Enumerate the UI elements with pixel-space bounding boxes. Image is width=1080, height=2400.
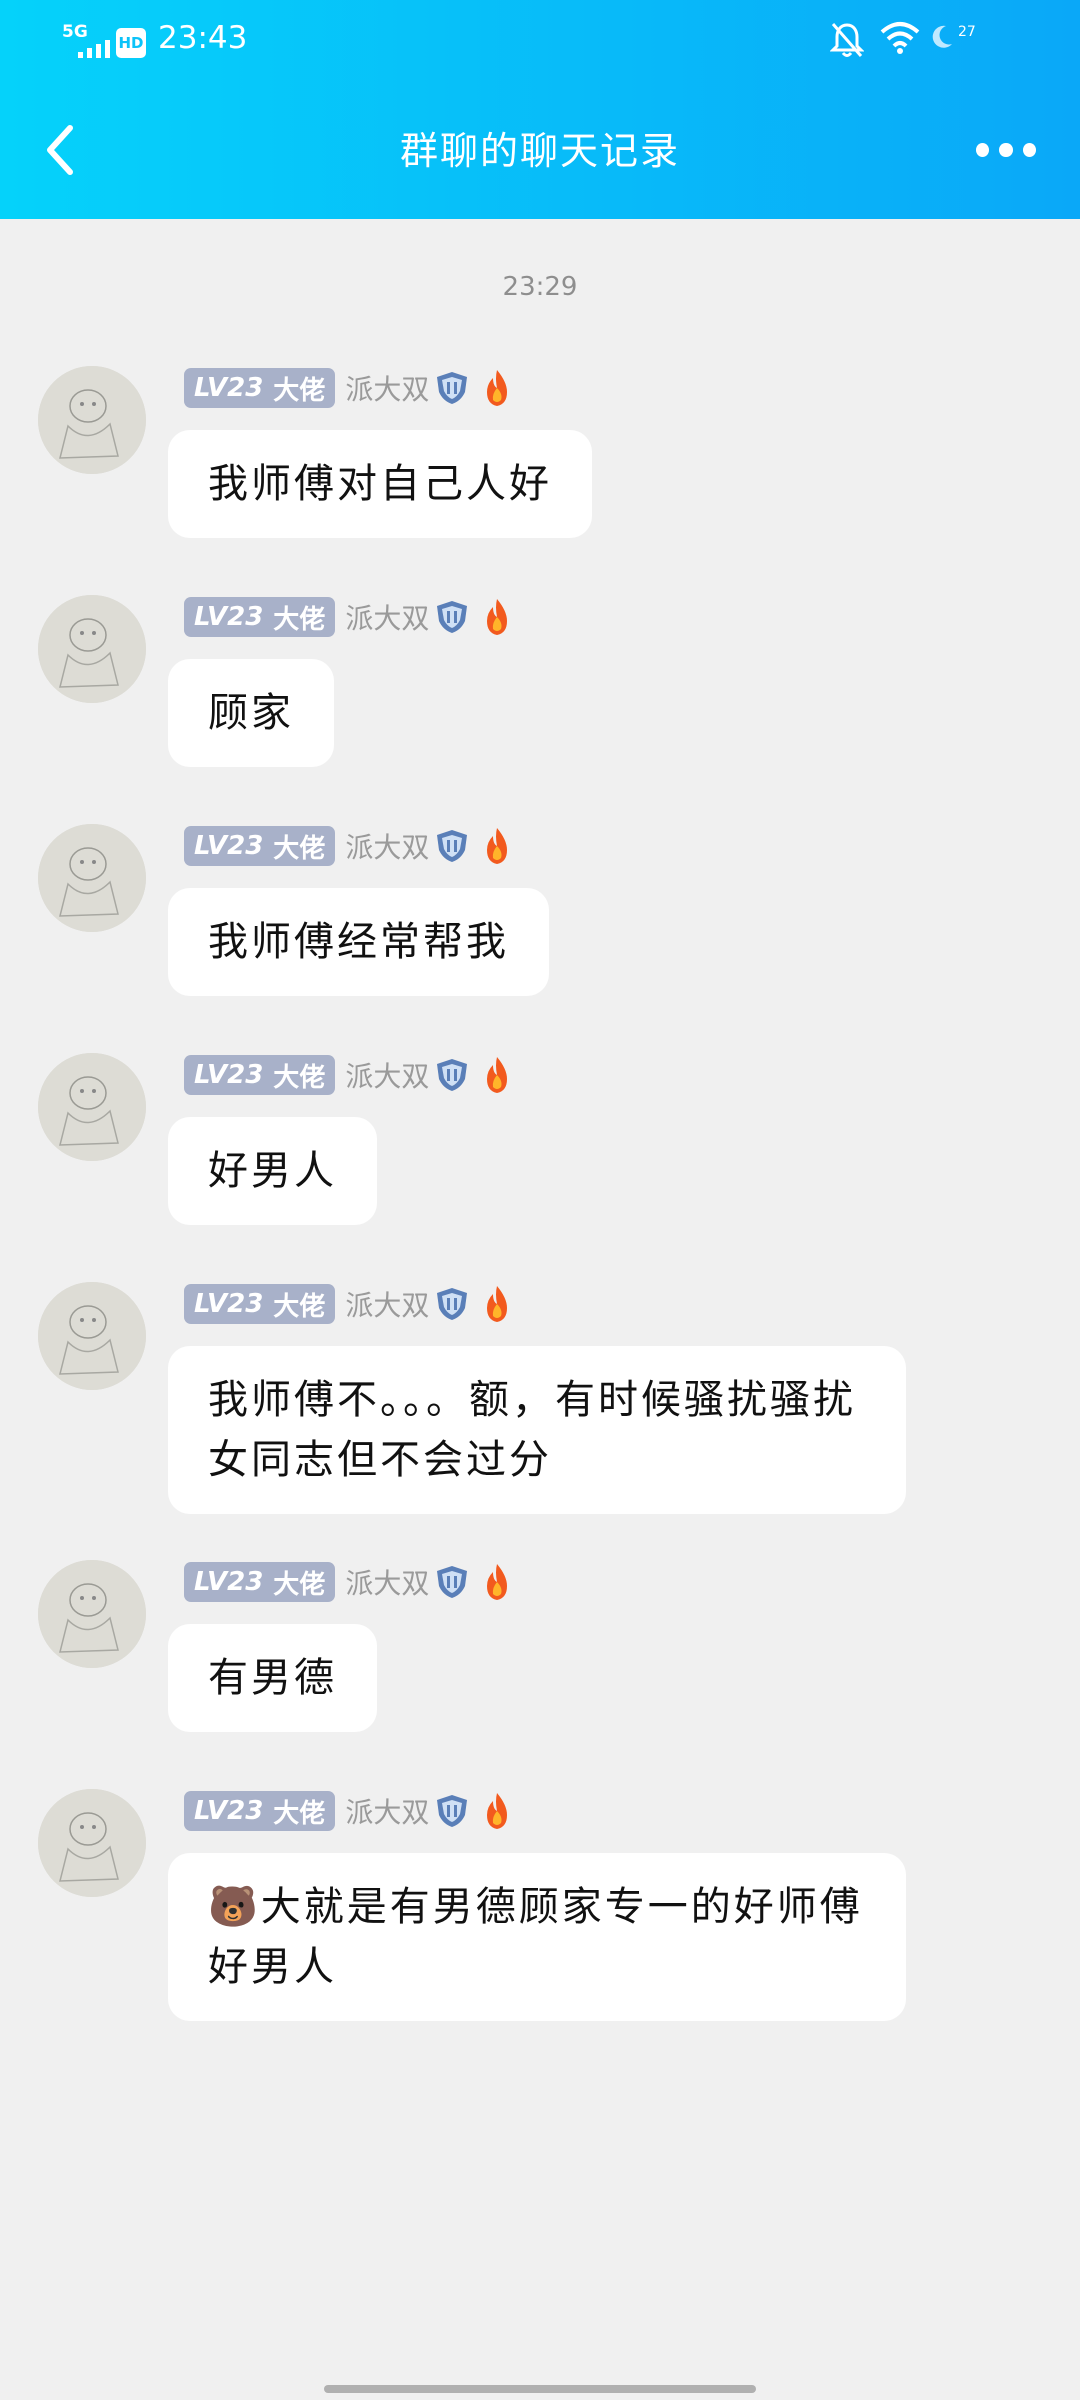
rank-label: 大佬 xyxy=(273,375,326,406)
shield-icon xyxy=(437,830,468,862)
sender-nickname[interactable]: 派大双 xyxy=(345,1791,429,1831)
level-badge: LV23 大佬 xyxy=(184,597,336,637)
signal-icon xyxy=(78,40,110,58)
sender-meta: LV23 大佬 派大双 xyxy=(184,595,513,639)
avatar[interactable] xyxy=(38,1053,146,1161)
avatar-sketch-icon xyxy=(38,366,146,474)
level-badge: LV23 大佬 xyxy=(184,1284,336,1324)
moon-icon xyxy=(932,25,952,48)
app-header: 5G HD 23:43 27 群聊的聊天记录 xyxy=(0,0,1080,219)
more-dot-icon xyxy=(1022,143,1036,157)
shield-icon xyxy=(437,1288,468,1320)
level-label: LV23 xyxy=(194,373,264,403)
fire-icon xyxy=(487,599,508,635)
more-options-button[interactable] xyxy=(976,140,1036,160)
avatar[interactable] xyxy=(38,1789,146,1897)
level-badge: LV23 大佬 xyxy=(184,1791,336,1831)
avatar[interactable] xyxy=(38,824,146,932)
rank-label: 大佬 xyxy=(273,1569,326,1600)
level-badge: LV23 大佬 xyxy=(184,1055,336,1095)
message-bubble[interactable]: 我师傅不。。。额，有时候骚扰骚扰女同志但不会过分 xyxy=(168,1346,906,1514)
shield-icon xyxy=(437,601,468,633)
sender-nickname[interactable]: 派大双 xyxy=(345,1284,429,1324)
sender-meta: LV23 大佬 派大双 xyxy=(184,1560,513,1604)
level-badge: LV23 大佬 xyxy=(184,368,336,408)
chat-timestamp: 23:29 xyxy=(502,272,578,302)
home-indicator[interactable] xyxy=(324,2385,756,2393)
battery-level: 27 xyxy=(958,24,976,40)
message-bubble[interactable]: 🐻大就是有男德顾家专一的好师傅好男人 xyxy=(168,1853,906,2021)
level-label: LV23 xyxy=(194,1567,264,1597)
sender-meta: LV23 大佬 派大双 xyxy=(184,824,513,868)
avatar[interactable] xyxy=(38,595,146,703)
message-bubble[interactable]: 有男德 xyxy=(168,1624,377,1732)
sender-meta: LV23 大佬 派大双 xyxy=(184,1053,513,1097)
rank-label: 大佬 xyxy=(273,1798,326,1829)
wifi-icon xyxy=(880,22,920,54)
rank-label: 大佬 xyxy=(273,1062,326,1093)
status-right: 27 xyxy=(830,20,1010,60)
sender-nickname[interactable]: 派大双 xyxy=(345,597,429,637)
avatar-sketch-icon xyxy=(38,1789,146,1897)
status-bar: 5G HD 23:43 27 xyxy=(0,0,1080,80)
shield-icon xyxy=(437,1566,468,1598)
message-bubble[interactable]: 好男人 xyxy=(168,1117,377,1225)
sender-nickname[interactable]: 派大双 xyxy=(345,368,429,408)
rank-label: 大佬 xyxy=(273,1291,326,1322)
rank-label: 大佬 xyxy=(273,833,326,864)
page-title: 群聊的聊天记录 xyxy=(399,129,680,173)
sender-nickname[interactable]: 派大双 xyxy=(345,1055,429,1095)
avatar-sketch-icon xyxy=(38,1053,146,1161)
rank-label: 大佬 xyxy=(273,604,326,635)
level-label: LV23 xyxy=(194,1060,264,1090)
fire-icon xyxy=(487,1564,508,1600)
avatar[interactable] xyxy=(38,1560,146,1668)
fire-icon xyxy=(487,1793,508,1829)
avatar[interactable] xyxy=(38,366,146,474)
fire-icon xyxy=(487,1057,508,1093)
more-dot-icon xyxy=(976,143,990,157)
sender-meta: LV23 大佬 派大双 xyxy=(184,366,513,410)
sender-meta: LV23 大佬 派大双 xyxy=(184,1789,513,1833)
network-type: 5G xyxy=(62,22,88,42)
shield-icon xyxy=(437,1795,468,1827)
level-badge: LV23 大佬 xyxy=(184,1562,336,1602)
more-dot-icon xyxy=(999,143,1013,157)
level-label: LV23 xyxy=(194,1289,264,1319)
message-bubble[interactable]: 我师傅经常帮我 xyxy=(168,888,549,996)
avatar-sketch-icon xyxy=(38,1560,146,1668)
shield-icon xyxy=(437,372,468,404)
avatar-sketch-icon xyxy=(38,595,146,703)
sender-meta: LV23 大佬 派大双 xyxy=(184,1282,513,1326)
level-label: LV23 xyxy=(194,831,264,861)
level-badge: LV23 大佬 xyxy=(184,826,336,866)
fire-icon xyxy=(487,370,508,406)
fire-icon xyxy=(487,1286,508,1322)
message-bubble[interactable]: 顾家 xyxy=(168,659,334,767)
sender-nickname[interactable]: 派大双 xyxy=(345,826,429,866)
status-time: 23:43 xyxy=(158,20,248,56)
avatar[interactable] xyxy=(38,1282,146,1390)
fire-icon xyxy=(487,828,508,864)
level-label: LV23 xyxy=(194,1796,264,1826)
bell-muted-icon xyxy=(830,23,864,57)
message-bubble[interactable]: 我师傅对自己人好 xyxy=(168,430,592,538)
level-label: LV23 xyxy=(194,602,264,632)
avatar-sketch-icon xyxy=(38,1282,146,1390)
hd-badge: HD xyxy=(116,28,146,58)
avatar-sketch-icon xyxy=(38,824,146,932)
sender-nickname[interactable]: 派大双 xyxy=(345,1562,429,1602)
shield-icon xyxy=(437,1059,468,1091)
